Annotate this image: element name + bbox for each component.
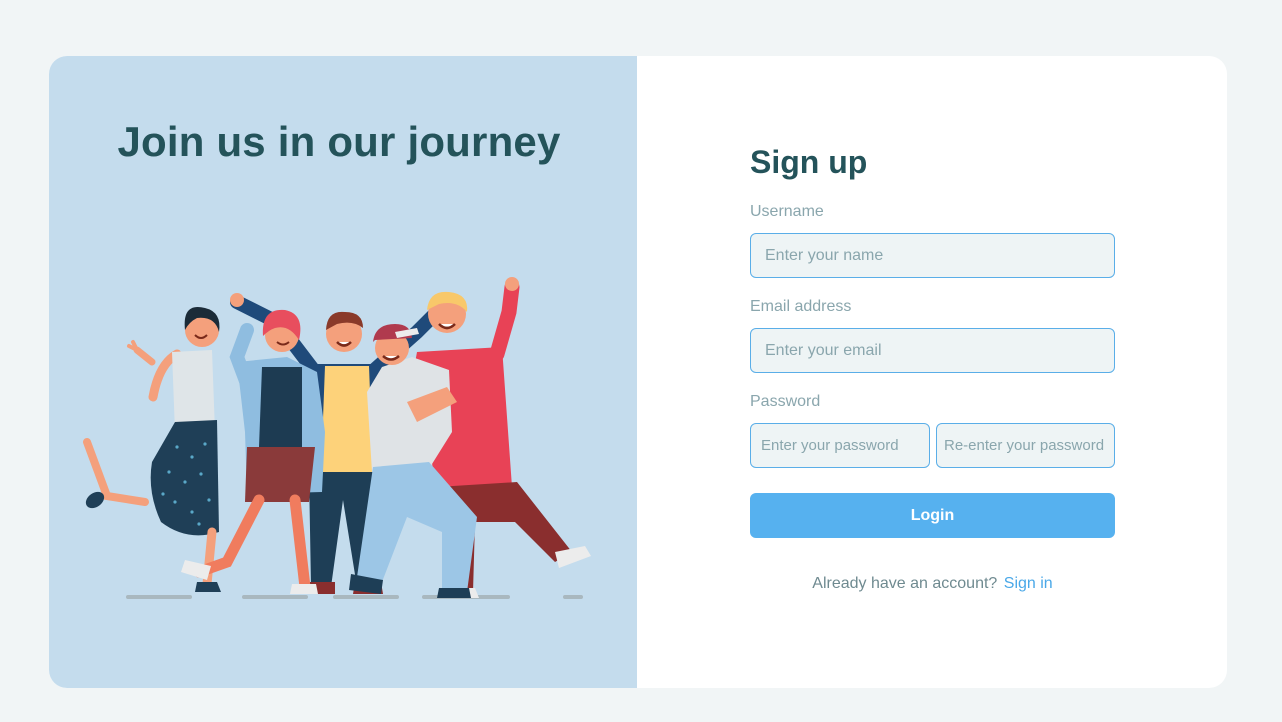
signin-link[interactable]: Sign in (1004, 575, 1053, 592)
signin-prompt: Already have an account? Sign in (750, 575, 1115, 593)
form-title: Sign up (750, 144, 868, 180)
signin-prompt-text: Already have an account? (812, 575, 998, 592)
login-button[interactable]: Login (750, 493, 1115, 538)
hero-title: Join us in our journey (117, 118, 561, 165)
password-label: Password (750, 393, 821, 410)
email-label: Email address (750, 298, 852, 315)
hero-panel: Join us in our journey (49, 56, 637, 688)
person-1 (83, 306, 221, 592)
signup-form: Sign up Username Email address Password … (750, 144, 1115, 593)
form-panel: Sign up Username Email address Password … (637, 56, 1227, 688)
email-input[interactable] (750, 328, 1115, 373)
username-input[interactable] (750, 233, 1115, 278)
confirm-password-input[interactable] (936, 423, 1115, 468)
group-of-friends-illustration (83, 277, 591, 599)
password-row (750, 423, 1115, 468)
signup-card: Join us in our journey Sign up Username … (49, 56, 1227, 688)
password-input[interactable] (750, 423, 930, 468)
username-label: Username (750, 203, 824, 220)
